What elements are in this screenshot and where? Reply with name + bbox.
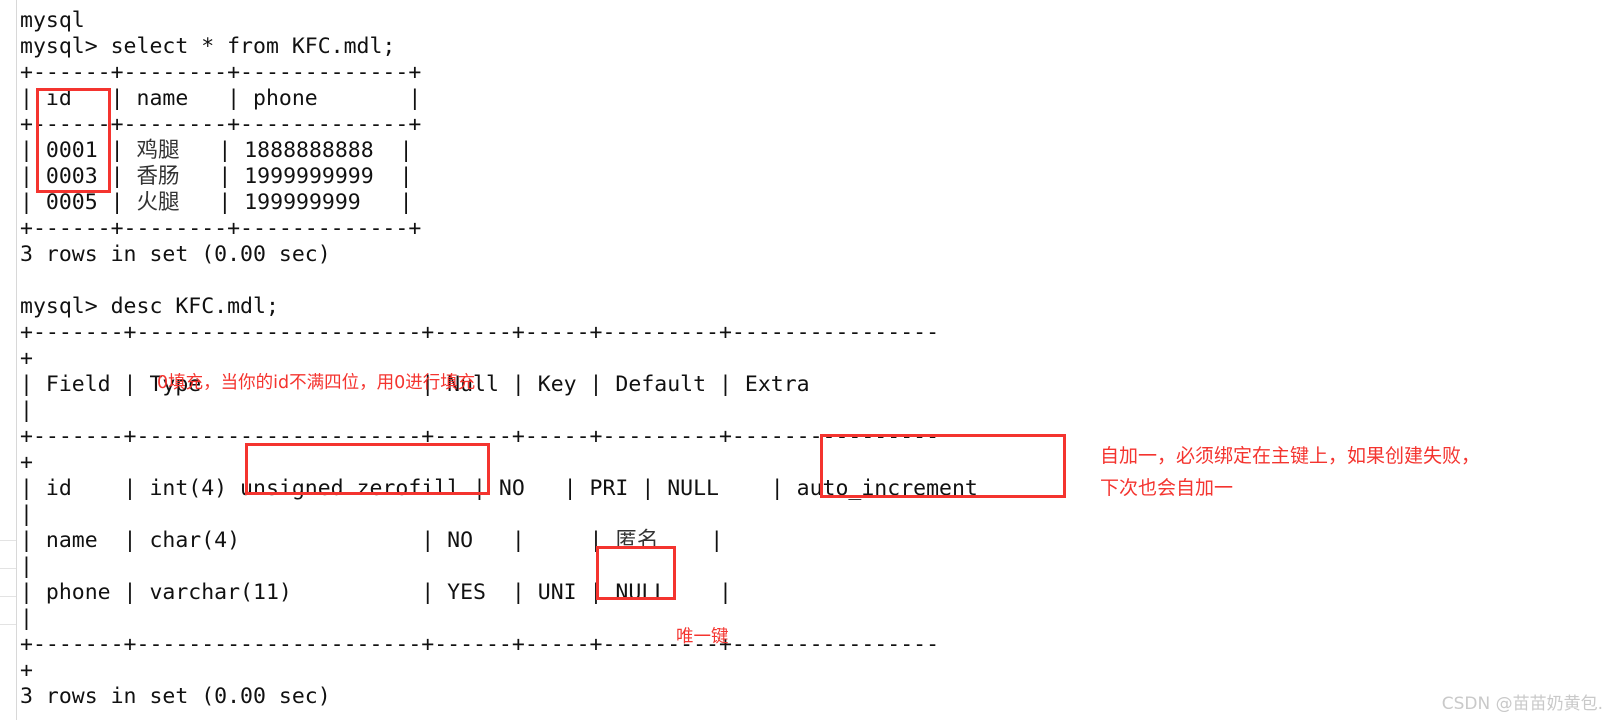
gutter-divider bbox=[0, 624, 16, 625]
id-values-highlight-box bbox=[36, 88, 111, 193]
unique-key-annotation: 唯一键 bbox=[676, 627, 729, 647]
auto-increment-annotation-line1: 自加一，必须绑定在主键上，如果创建失败， bbox=[1100, 445, 1481, 467]
cjk-text: 香肠 bbox=[136, 163, 180, 189]
editor-gutter bbox=[0, 0, 17, 720]
screenshot-root: mysql mysql> select * from KFC.mdl; +---… bbox=[0, 0, 1617, 720]
csdn-watermark: CSDN @苗苗奶黄包. bbox=[1441, 694, 1603, 714]
gutter-divider bbox=[0, 596, 16, 597]
auto-increment-highlight-box bbox=[820, 434, 1066, 498]
cjk-text: 鸡腿 bbox=[136, 137, 180, 163]
uni-highlight-box bbox=[596, 546, 676, 600]
cjk-text: 火腿 bbox=[136, 189, 180, 215]
auto-increment-annotation-line2: 下次也会自加一 bbox=[1100, 477, 1234, 499]
gutter-divider bbox=[0, 540, 16, 541]
unsigned-zerofill-highlight-box bbox=[245, 443, 490, 495]
zerofill-annotation: 0填充，当你的id不满四位，用0进行填充 bbox=[157, 373, 476, 393]
gutter-divider bbox=[0, 568, 16, 569]
terminal-output: mysql mysql> select * from KFC.mdl; +---… bbox=[20, 7, 978, 709]
